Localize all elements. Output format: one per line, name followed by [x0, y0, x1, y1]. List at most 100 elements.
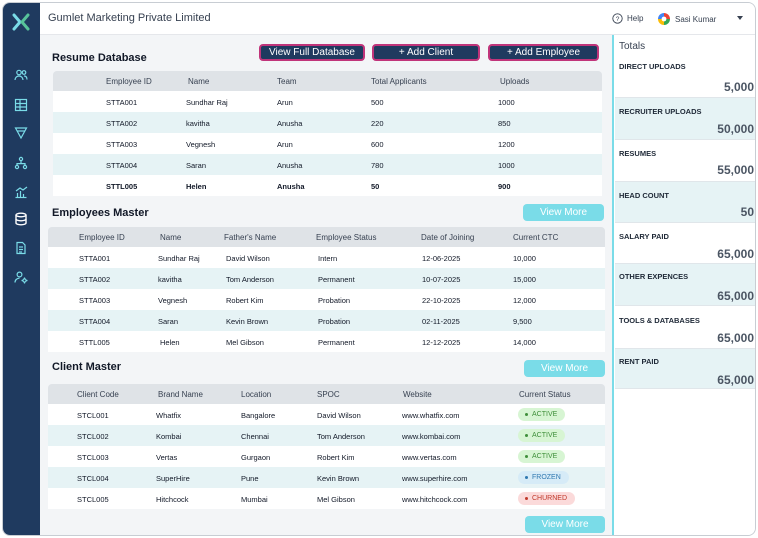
table-row[interactable]: STTA004 Saran Anusha 780 1000	[53, 154, 602, 175]
cell-website[interactable]: www.kombai.com	[402, 432, 460, 441]
cell-brand-name: SuperHire	[156, 474, 190, 483]
card-value: 50	[740, 205, 754, 219]
table-row[interactable]: STTA002 kavitha Tom Anderson Permanent 1…	[48, 268, 605, 289]
card-label: HEAD COUNT	[619, 191, 669, 200]
cell-name: Helen	[186, 182, 207, 191]
card-label: SALARY PAID	[619, 232, 669, 241]
employees-master-table: Employee ID Name Father's Name Employee …	[48, 227, 605, 352]
employees-view-more-button[interactable]: View More	[523, 204, 604, 221]
cell-name: Saran	[186, 161, 207, 170]
cell-website[interactable]: www.vertas.com	[402, 453, 457, 462]
card-value: 50,000	[717, 122, 754, 136]
card-label: RENT PAID	[619, 357, 659, 366]
cell-current-ctc: 12,000	[513, 296, 536, 305]
cell-name: Helen	[160, 338, 180, 347]
table-row[interactable]: STTA004 Saran Kevin Brown Probation 02-1…	[48, 310, 605, 331]
status-label: FROZEN	[532, 474, 561, 481]
team-icon[interactable]	[13, 67, 29, 83]
hierarchy-icon[interactable]	[13, 155, 29, 171]
cell-current-ctc: 9,500	[513, 317, 532, 326]
cell-date-of-joining: 12-12-2025	[422, 338, 461, 347]
total-card-rent-paid: RENT PAID 65,000	[615, 349, 755, 389]
table-row[interactable]: STCL005 Hitchcock Mumbai Mel Gibson www.…	[48, 488, 605, 509]
database-icon[interactable]	[13, 211, 29, 227]
table-row[interactable]: STCL002 Kombai Chennai Tom Anderson www.…	[48, 425, 605, 446]
cell-employee-id: STTL005	[106, 182, 138, 191]
status-label: ACTIVE	[532, 453, 558, 460]
filter-icon[interactable]	[13, 125, 29, 141]
cell-total-applicants: 50	[371, 182, 380, 191]
cell-date-of-joining: 22-10-2025	[422, 296, 461, 305]
column-header: SPOC	[317, 390, 340, 399]
table-row[interactable]: STTA001 Sundhar Raj Arun 500 1000	[53, 91, 602, 112]
table-row[interactable]: STCL003 Vertas Gurgaon Robert Kim www.ve…	[48, 446, 605, 467]
user-name: Sasi Kumar	[675, 14, 717, 24]
analytics-icon[interactable]	[13, 184, 29, 200]
sidebar	[3, 3, 40, 535]
app-logo[interactable]	[11, 12, 31, 32]
cell-website[interactable]: www.whatfix.com	[402, 411, 460, 420]
cell-total-applicants: 600	[371, 140, 384, 149]
total-card-recruiter-uploads: RECRUITER UPLOADS 50,000	[615, 98, 755, 140]
table-row[interactable]: STTL005 Helen Mel Gibson Permanent 12-12…	[48, 331, 605, 352]
status-badge: ACTIVE	[518, 450, 566, 463]
total-card-direct-uploads: DIRECT UPLOADS 5,000	[615, 55, 755, 98]
cell-brand-name: Hitchcock	[156, 495, 189, 504]
cell-location: Bangalore	[241, 411, 276, 420]
table-row[interactable]: STTA001 Sundhar Raj David Wilson Intern …	[48, 247, 605, 268]
user-menu[interactable]: Sasi Kumar	[658, 13, 716, 25]
client-master-title: Client Master	[52, 361, 122, 373]
table-icon[interactable]	[13, 97, 29, 113]
cell-brand-name: Whatfix	[156, 411, 182, 420]
cell-location: Gurgaon	[241, 453, 271, 462]
view-full-database-button[interactable]: View Full Database	[259, 44, 365, 61]
cell-employee-id: STTA001	[79, 254, 111, 263]
table-row[interactable]: STTA003 Vegnesh Robert Kim Probation 22-…	[48, 289, 605, 310]
column-header: Employee ID	[79, 233, 125, 242]
table-header: Client Code Brand Name Location SPOC Web…	[48, 384, 605, 404]
cell-client-code: STCL003	[77, 453, 109, 462]
cell-employee-id: STTL005	[79, 338, 110, 347]
card-value: 5,000	[723, 80, 754, 94]
card-value: 55,000	[717, 163, 754, 177]
column-header: Employee ID	[106, 77, 152, 86]
table-header: Employee ID Name Father's Name Employee …	[48, 227, 605, 247]
document-icon[interactable]	[13, 240, 29, 256]
table-row[interactable]: STCL004 SuperHire Pune Kevin Brown www.s…	[48, 467, 605, 488]
chevron-down-icon[interactable]	[737, 16, 743, 20]
user-settings-icon[interactable]	[13, 269, 29, 285]
table-row[interactable]: STTL005 Helen Anusha 50 900	[53, 175, 602, 196]
status-badge: ACTIVE	[518, 429, 566, 442]
column-header: Client Code	[77, 390, 119, 399]
table-row[interactable]: STTA003 Vegnesh Arun 600 1200	[53, 133, 602, 154]
status-label: ACTIVE	[532, 432, 558, 439]
client-master-table: Client Code Brand Name Location SPOC Web…	[48, 384, 605, 509]
help-label: Help	[627, 14, 644, 23]
column-header: Brand Name	[158, 390, 203, 399]
cell-employee-id: STTA004	[106, 161, 138, 170]
status-dot	[525, 413, 528, 416]
totals-panel: Totals DIRECT UPLOADS 5,000 RECRUITER UP…	[612, 35, 755, 535]
card-value: 65,000	[717, 373, 754, 387]
cell-team: Arun	[277, 98, 293, 107]
add-client-button[interactable]: + Add Client	[372, 44, 480, 61]
cell-location: Mumbai	[241, 495, 268, 504]
help-link[interactable]: ? Help	[612, 13, 643, 24]
cell-uploads: 1200	[498, 140, 515, 149]
cell-team: Anusha	[277, 182, 305, 191]
avatar	[658, 13, 670, 25]
clients-bottom-view-more-button[interactable]: View More	[525, 516, 605, 533]
table-row[interactable]: STCL001 Whatfix Bangalore David Wilson w…	[48, 404, 605, 425]
add-employee-button[interactable]: + Add Employee	[488, 44, 599, 61]
cell-website[interactable]: www.superhire.com	[402, 474, 467, 483]
cell-client-code: STCL005	[77, 495, 109, 504]
clients-view-more-button[interactable]: View More	[524, 360, 605, 377]
table-row[interactable]: STTA002 kavitha Anusha 220 850	[53, 112, 602, 133]
cell-employee-status: Permanent	[318, 275, 355, 284]
total-card-resumes: RESUMES 55,000	[615, 140, 755, 182]
cell-client-code: STCL001	[77, 411, 109, 420]
cell-date-of-joining: 10-07-2025	[422, 275, 461, 284]
card-value: 65,000	[717, 247, 754, 261]
cell-employee-status: Probation	[318, 296, 351, 305]
cell-website[interactable]: www.hitchcock.com	[402, 495, 467, 504]
